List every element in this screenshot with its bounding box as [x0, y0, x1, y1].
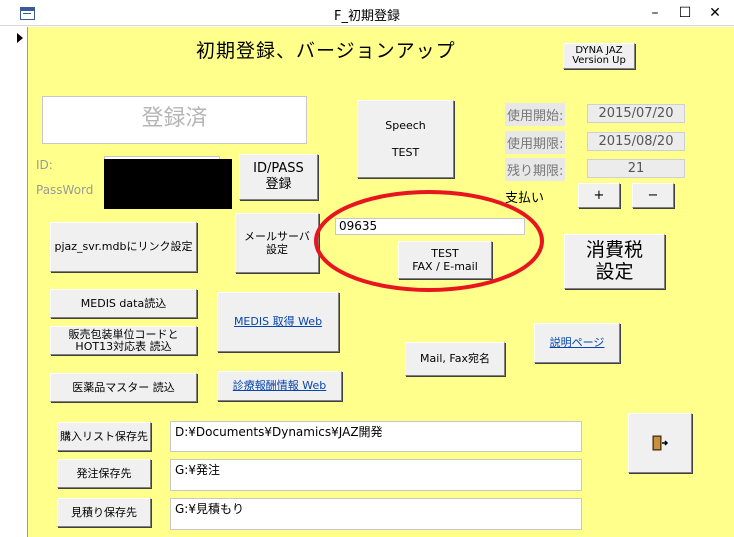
form-body: 初期登録、バージョンアップ DYNA JAZ Version Up 登録済 ID… — [0, 27, 734, 537]
window-title: F_初期登録 — [334, 9, 400, 24]
registration-status: 登録済 — [42, 96, 307, 144]
window-titlebar: F_初期登録 – ☐ ✕ — [0, 0, 734, 26]
record-selector[interactable] — [0, 27, 28, 537]
drug-master-load-button[interactable]: 医薬品マスター 読込 — [50, 373, 197, 402]
speech-test-button[interactable]: Speech TEST — [357, 100, 454, 178]
usage-start-value: 2015/07/20 — [587, 104, 685, 123]
medis-web-link[interactable]: MEDIS 取得 Web — [234, 315, 322, 328]
close-button[interactable]: ✕ — [703, 3, 727, 23]
redacted-credentials — [104, 159, 232, 209]
shinryo-web-button[interactable]: 診療報酬情報 Web — [217, 371, 342, 401]
order-path-button[interactable]: 発注保存先 — [57, 459, 151, 488]
minimize-button[interactable]: – — [643, 3, 667, 23]
usage-remaining-label: 残り期限: — [505, 158, 566, 181]
estimate-path-field[interactable]: G:¥見積もり — [170, 498, 582, 530]
password-label: PassWord — [36, 183, 94, 197]
payment-plus-button[interactable]: + — [578, 183, 620, 208]
version-up-button[interactable]: DYNA JAZ Version Up — [563, 43, 635, 69]
medis-web-button[interactable]: MEDIS 取得 Web — [217, 292, 339, 352]
usage-remaining-value: 21 — [587, 159, 685, 178]
id-pass-register-button[interactable]: ID/PASS 登録 — [239, 154, 318, 200]
hot13-load-button[interactable]: 販売包装単位コードと HOT13対応表 読込 — [50, 326, 197, 355]
usage-expiry-value: 2015/08/20 — [587, 132, 685, 151]
id-label: ID: — [36, 158, 53, 172]
order-path-field[interactable]: G:¥発注 — [170, 459, 582, 491]
tax-setting-button[interactable]: 消費税 設定 — [564, 234, 665, 289]
mail-server-setting-button[interactable]: メールサーバ 設定 — [235, 213, 319, 273]
payment-minus-button[interactable]: − — [632, 183, 674, 208]
usage-start-label: 使用開始: — [505, 103, 566, 126]
estimate-path-button[interactable]: 見積り保存先 — [57, 498, 151, 527]
purchase-list-path-field[interactable]: D:¥Documents¥Dynamics¥JAZ開発 — [170, 421, 582, 452]
highlight-ellipse — [314, 190, 544, 292]
maximize-button[interactable]: ☐ — [673, 3, 697, 23]
mail-fax-address-button[interactable]: Mail, Fax宛名 — [405, 342, 505, 376]
purchase-list-path-button[interactable]: 購入リスト保存先 — [57, 422, 151, 451]
shinryo-web-link[interactable]: 診療報酬情報 Web — [233, 379, 326, 392]
usage-expiry-label: 使用期限: — [505, 131, 566, 154]
pjaz-link-setting-button[interactable]: pjaz_svr.mdbにリンク設定 — [50, 222, 197, 272]
medis-data-load-button[interactable]: MEDIS data読込 — [50, 289, 197, 318]
exit-button[interactable] — [628, 413, 692, 473]
manual-page-link[interactable]: 説明ページ — [550, 336, 605, 349]
exit-door-icon — [652, 435, 669, 451]
page-title: 初期登録、バージョンアップ — [196, 40, 456, 62]
manual-page-button[interactable]: 説明ページ — [534, 323, 620, 363]
current-record-icon — [17, 33, 23, 43]
